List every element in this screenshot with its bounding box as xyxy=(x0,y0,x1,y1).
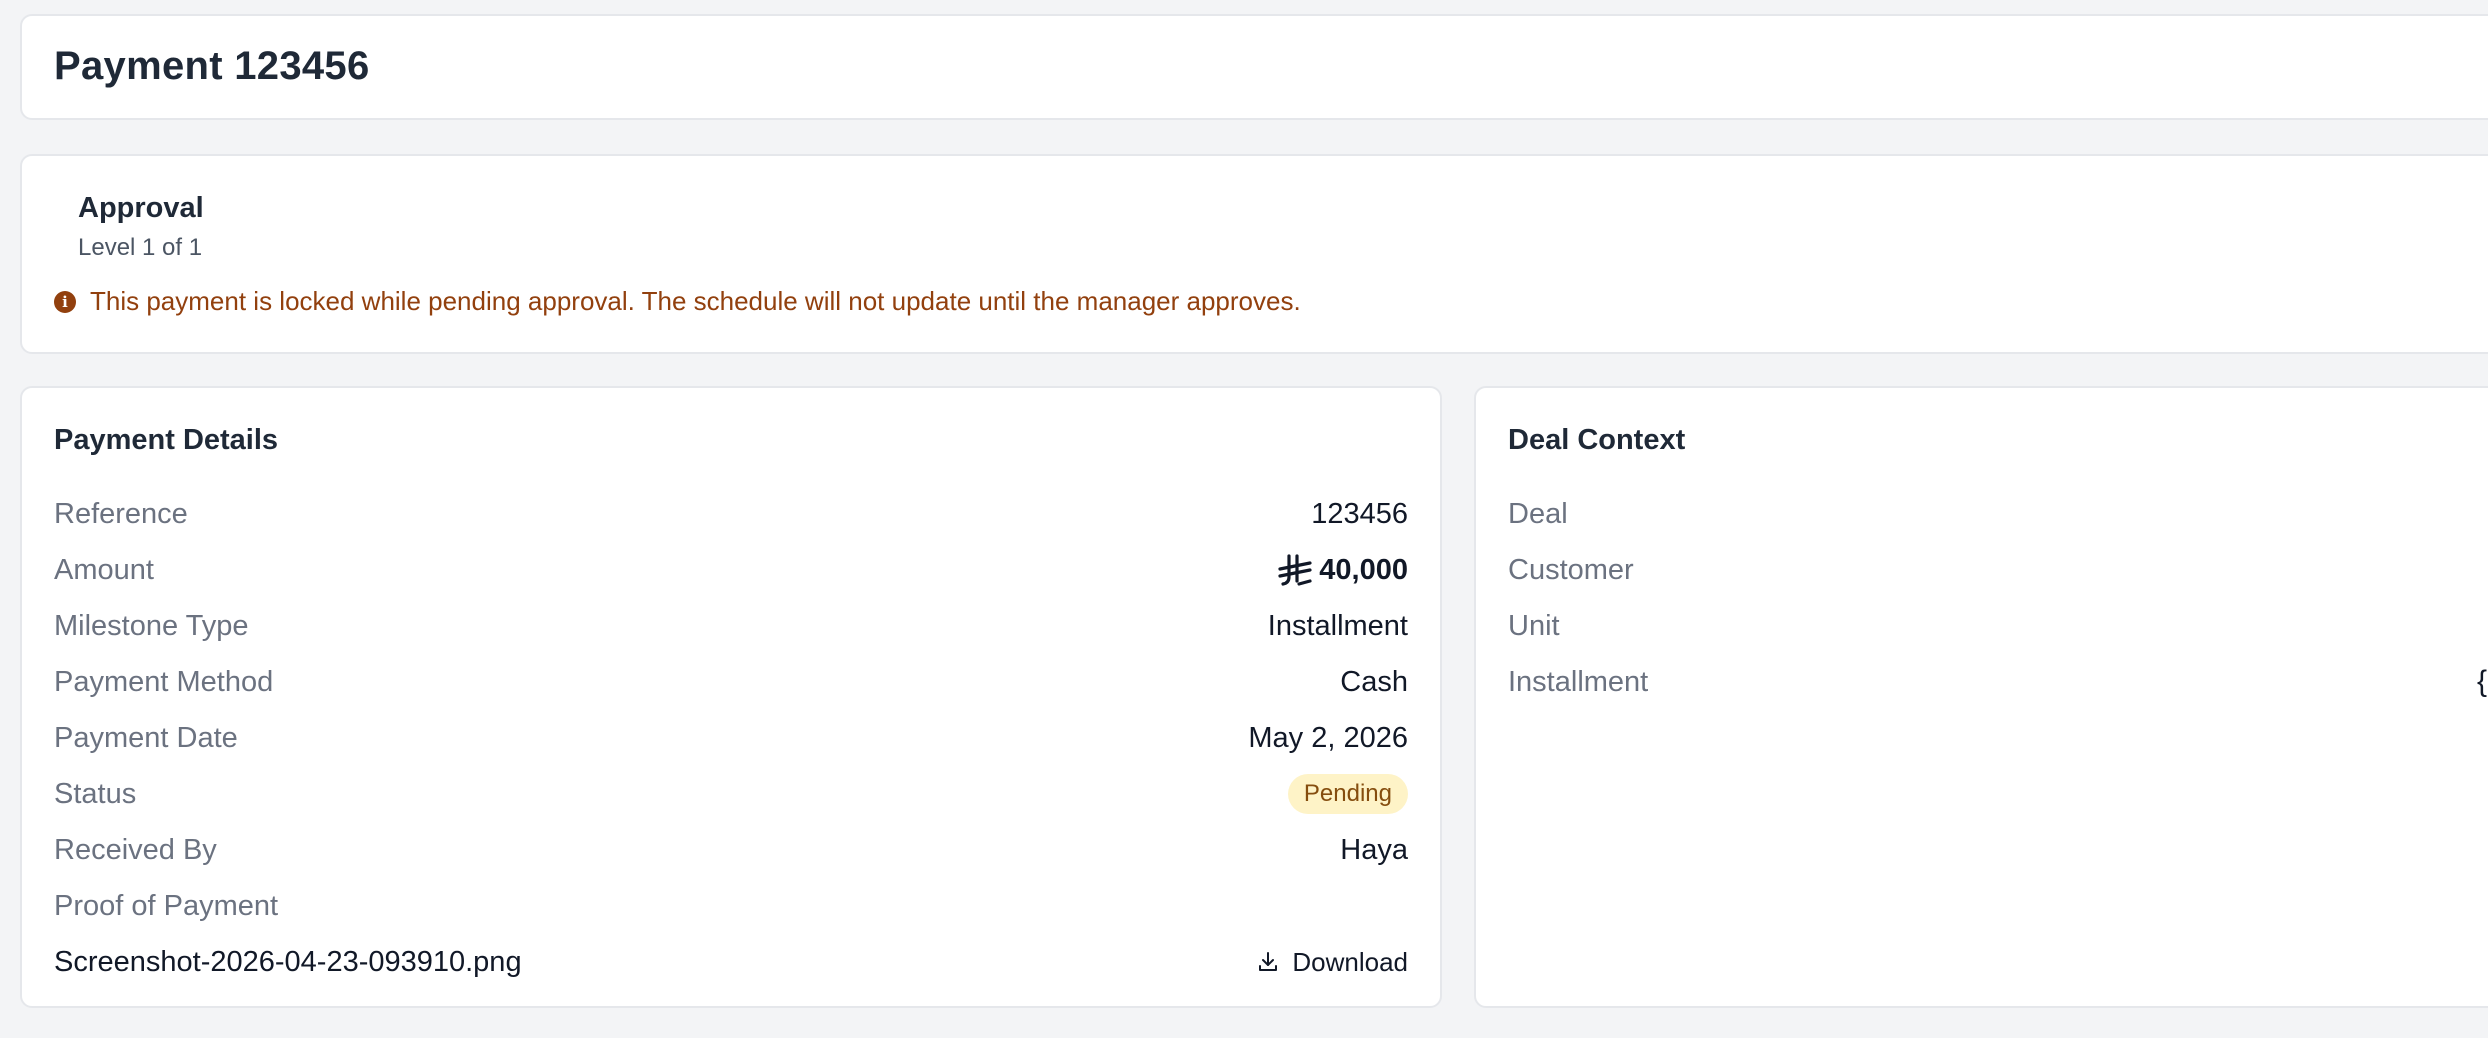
reference-label: Reference xyxy=(54,497,188,530)
customer-row: Customer xyxy=(1508,542,2488,598)
payment-date-label: Payment Date xyxy=(54,721,238,754)
approval-title: Approval xyxy=(78,192,204,224)
deal-context-card: Deal Context Deal Customer Unit Installm… xyxy=(1474,386,2488,1008)
status-row: Status Pending xyxy=(54,766,1408,822)
payment-method-value: Cash xyxy=(1340,665,1408,698)
attachment-row: Screenshot-2026-04-23-093910.png Downloa… xyxy=(54,934,1408,990)
payment-details-title: Payment Details xyxy=(54,424,279,456)
deal-label: Deal xyxy=(1508,497,1568,530)
header-card: Payment 123456 xyxy=(20,14,2488,120)
saudi-riyal-icon xyxy=(1278,554,1312,586)
status-badge: Pending xyxy=(1287,774,1408,814)
download-icon xyxy=(1259,952,1278,971)
approval-card: Approval Level 1 of 1 i This payment is … xyxy=(20,154,2488,354)
milestone-type-value: Installment xyxy=(1267,609,1408,642)
unit-label: Unit xyxy=(1508,609,1560,642)
amount-label: Amount xyxy=(54,553,154,586)
received-by-label: Received By xyxy=(54,833,217,866)
installment-label: Installment xyxy=(1508,665,1649,698)
payment-details-list: Reference 123456 Amount 40,000 Milestone… xyxy=(54,486,1408,990)
milestone-type-row: Milestone Type Installment xyxy=(54,598,1408,654)
approval-warning-text: This payment is locked while pending app… xyxy=(90,286,1301,316)
payment-method-label: Payment Method xyxy=(54,665,274,698)
status-label: Status xyxy=(54,777,137,810)
proof-of-payment-label: Proof of Payment xyxy=(54,889,279,922)
amount-value: 40,000 xyxy=(1319,553,1408,586)
reference-row: Reference 123456 xyxy=(54,486,1408,542)
received-by-row: Received By Haya xyxy=(54,822,1408,878)
approval-level: Level 1 of 1 xyxy=(78,234,203,261)
deal-context-title: Deal Context xyxy=(1508,424,1686,456)
payment-details-card: Payment Details Reference 123456 Amount … xyxy=(20,386,1442,1008)
approval-warning: i This payment is locked while pending a… xyxy=(54,286,1301,317)
download-label: Download xyxy=(1292,946,1408,977)
payment-method-row: Payment Method Cash xyxy=(54,654,1408,710)
page-title: Payment 123456 xyxy=(54,44,370,88)
attachment-filename: Screenshot-2026-04-23-093910.png xyxy=(54,945,522,978)
milestone-type-label: Milestone Type xyxy=(54,609,249,642)
payment-date-row: Payment Date May 2, 2026 xyxy=(54,710,1408,766)
reference-value: 123456 xyxy=(1311,497,1408,530)
download-button[interactable]: Download xyxy=(1256,947,1408,978)
proof-of-payment-row: Proof of Payment xyxy=(54,878,1408,934)
amount-value-group: 40,000 xyxy=(1277,553,1408,587)
customer-label: Customer xyxy=(1508,553,1634,586)
payment-date-value: May 2, 2026 xyxy=(1248,721,1408,754)
deal-row: Deal xyxy=(1508,486,2488,542)
info-icon: i xyxy=(54,290,76,313)
installment-value: { xyxy=(2477,665,2488,698)
received-by-value: Haya xyxy=(1340,833,1408,866)
amount-row: Amount 40,000 xyxy=(54,542,1408,598)
unit-row: Unit xyxy=(1508,598,2488,654)
deal-context-list: Deal Customer Unit Installment { xyxy=(1508,486,2488,710)
installment-row: Installment { xyxy=(1508,654,2488,710)
